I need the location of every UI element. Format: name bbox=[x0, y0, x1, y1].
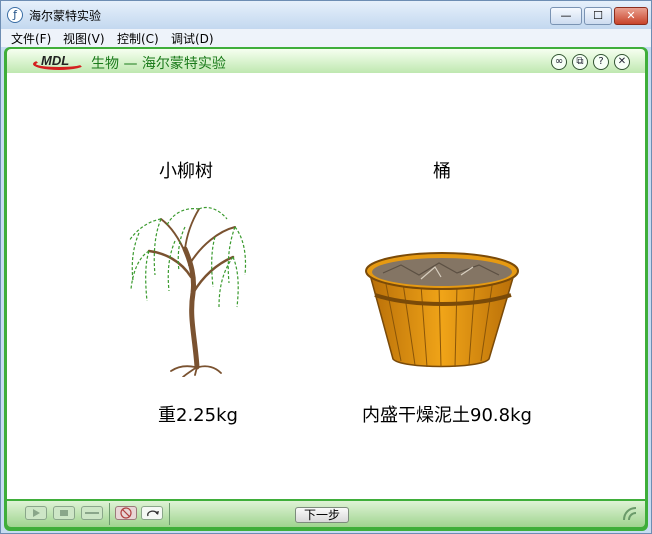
rewind-button[interactable] bbox=[81, 506, 103, 520]
menu-file[interactable]: 文件(F) bbox=[11, 30, 51, 47]
menu-bar: 文件(F) 视图(V) 控制(C) 调试(D) bbox=[1, 29, 651, 47]
app-title: 生物 — 海尔蒙特实验 bbox=[91, 56, 226, 72]
next-step-button[interactable]: 下一步 bbox=[295, 507, 349, 523]
stop-icon bbox=[60, 510, 68, 516]
play-icon bbox=[33, 509, 40, 517]
no-sound-button[interactable] bbox=[115, 506, 137, 520]
bucket-content: 内盛干燥泥土90.8kg bbox=[362, 405, 532, 426]
bucket-with-soil bbox=[365, 252, 519, 368]
restore-view-icon[interactable]: ∞ bbox=[551, 54, 567, 70]
title-bar: ƒ 海尔蒙特实验 — ☐ ✕ bbox=[1, 1, 651, 29]
minimize-button[interactable]: — bbox=[550, 7, 582, 25]
willow-weight: 重2.25kg bbox=[158, 405, 238, 426]
no-sound-icon bbox=[120, 507, 132, 519]
logo-text: MDL bbox=[41, 53, 70, 68]
close-button[interactable]: ✕ bbox=[614, 7, 648, 25]
replay-icon bbox=[147, 510, 159, 517]
minimize-icon: — bbox=[560, 9, 572, 22]
app-frame: MDL 生物 — 海尔蒙特实验 ∞ ⧉ ? ✕ 小柳树 桶 重2.25kg 内盛… bbox=[4, 47, 648, 531]
resize-grip-icon[interactable] bbox=[621, 505, 639, 523]
window-mode-icon[interactable]: ⧉ bbox=[572, 54, 588, 70]
divider bbox=[169, 503, 170, 525]
willow-tree bbox=[128, 206, 247, 377]
maximize-icon: ☐ bbox=[593, 9, 603, 22]
window-title: 海尔蒙特实验 bbox=[29, 9, 102, 23]
divider bbox=[109, 503, 110, 525]
stop-button[interactable] bbox=[53, 506, 75, 520]
maximize-button[interactable]: ☐ bbox=[584, 7, 612, 25]
willow-title: 小柳树 bbox=[159, 161, 213, 182]
play-button[interactable] bbox=[25, 506, 47, 520]
menu-view[interactable]: 视图(V) bbox=[63, 30, 105, 47]
app-header: MDL 生物 — 海尔蒙特实验 ∞ ⧉ ? ✕ bbox=[7, 49, 645, 73]
experiment-canvas: 小柳树 桶 重2.25kg 内盛干燥泥土90.8kg bbox=[7, 73, 645, 499]
rewind-icon bbox=[85, 512, 99, 514]
app-window: ƒ 海尔蒙特实验 — ☐ ✕ 文件(F) 视图(V) 控制(C) 调试(D) M… bbox=[0, 0, 652, 534]
close-icon: ✕ bbox=[626, 9, 636, 22]
mdl-logo: MDL bbox=[33, 53, 85, 70]
menu-control[interactable]: 控制(C) bbox=[117, 30, 159, 47]
exit-icon[interactable]: ✕ bbox=[614, 54, 630, 70]
bucket-title: 桶 bbox=[433, 161, 451, 182]
help-icon[interactable]: ? bbox=[593, 54, 609, 70]
menu-debug[interactable]: 调试(D) bbox=[171, 30, 214, 47]
replay-button[interactable] bbox=[141, 506, 163, 520]
app-icon: ƒ bbox=[7, 7, 23, 23]
control-bar: 下一步 bbox=[7, 501, 645, 527]
